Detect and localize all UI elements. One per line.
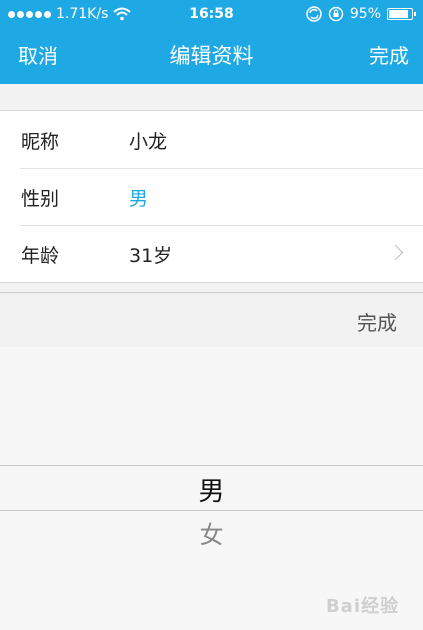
top-bar: 1.71K/s 16:58 95% 取消 编辑资料 完成 — [0, 0, 423, 84]
gender-picker[interactable]: 男 女 — [0, 347, 423, 630]
chevron-right-icon — [387, 244, 404, 261]
battery-percent: 95% — [349, 6, 381, 22]
orientation-lock-icon — [328, 6, 344, 22]
sync-icon — [306, 6, 322, 22]
picker-option-next[interactable]: 女 — [0, 515, 423, 550]
profile-form: 昵称 小龙 性别 男 年龄 31岁 — [0, 110, 423, 283]
age-value: 31岁 — [129, 245, 173, 267]
battery-icon — [387, 8, 416, 20]
status-right: 95% — [306, 0, 416, 28]
battery-fill — [389, 10, 408, 18]
gender-label: 性别 — [21, 188, 60, 210]
picker-selection-top-line — [0, 465, 423, 466]
picker-done-button[interactable]: 完成 — [357, 307, 397, 336]
gender-row[interactable]: 性别 男 — [0, 168, 423, 225]
picker-selection-bottom-line — [0, 510, 423, 511]
gender-value: 男 — [129, 188, 149, 210]
picker-toolbar: 完成 — [0, 292, 423, 348]
nav-bar: 取消 编辑资料 完成 — [0, 28, 423, 84]
nickname-label: 昵称 — [21, 131, 60, 153]
status-bar: 1.71K/s 16:58 95% — [0, 0, 423, 28]
age-row[interactable]: 年龄 31岁 — [0, 225, 423, 282]
cancel-button[interactable]: 取消 — [18, 40, 58, 69]
watermark-logo: Bai经验 — [325, 596, 399, 617]
nav-done-button[interactable]: 完成 — [369, 40, 409, 69]
picker-option-selected[interactable]: 男 — [0, 471, 423, 508]
page-title: 编辑资料 — [169, 44, 254, 68]
nickname-row[interactable]: 昵称 小龙 — [0, 111, 423, 168]
nickname-value: 小龙 — [129, 131, 168, 153]
age-label: 年龄 — [21, 245, 60, 267]
